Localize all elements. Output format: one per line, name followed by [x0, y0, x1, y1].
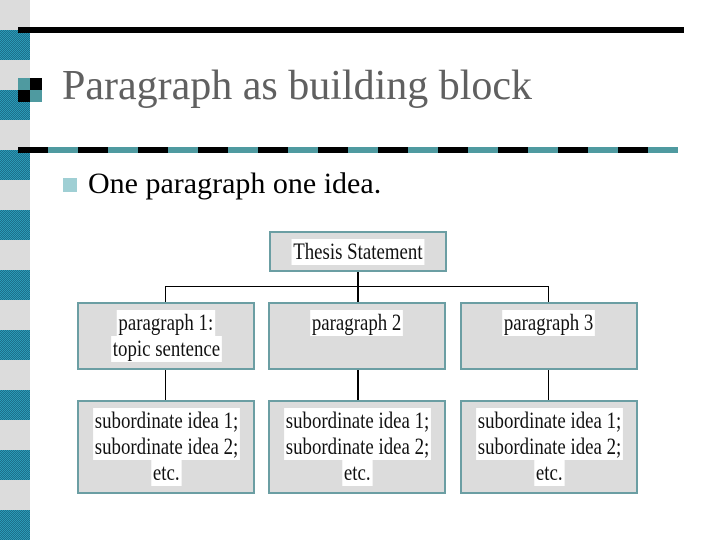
slide-title: Paragraph as building block: [62, 63, 533, 109]
subordinate-ideas-box-3: subordinate idea 1; subordinate idea 2; …: [460, 400, 638, 494]
top-rule: [18, 27, 684, 33]
separator-segment: [498, 147, 528, 153]
title-bullet-icon: [18, 78, 42, 102]
box-text: etc.: [534, 460, 564, 486]
bullet-text: One paragraph one idea.: [88, 167, 382, 200]
connector-sub2: [357, 370, 359, 400]
separator-segment: [168, 147, 198, 153]
strip-block: [0, 330, 30, 360]
box-text: paragraph 2: [310, 310, 404, 336]
box-text: subordinate idea 1;: [283, 408, 431, 434]
separator-segment: [378, 147, 408, 153]
connector-root: [357, 272, 359, 302]
paragraph-2-box: paragraph 2: [268, 302, 446, 370]
separator-segment: [468, 147, 498, 153]
strip-block: [0, 390, 30, 420]
box-text: etc.: [342, 460, 372, 486]
separator-segment: [138, 147, 168, 153]
strip-block: [0, 270, 30, 300]
separator-segment: [558, 147, 588, 153]
bullet-square-icon: [63, 178, 77, 192]
box-text: topic sentence: [110, 336, 222, 362]
strip-block: [0, 150, 30, 180]
box-text: paragraph 1:: [116, 310, 216, 336]
separator-segment: [258, 147, 288, 153]
separator-segment: [408, 147, 438, 153]
separator-segment: [198, 147, 228, 153]
box-text: subordinate idea 1;: [475, 408, 623, 434]
box-text: subordinate idea 2;: [475, 434, 623, 460]
strip-block: [0, 210, 30, 240]
paragraph-1-box: paragraph 1: topic sentence: [77, 302, 255, 370]
separator-segment: [438, 147, 468, 153]
strip-block: [0, 450, 30, 480]
box-text: subordinate idea 1;: [92, 408, 240, 434]
subordinate-ideas-box-1: subordinate idea 1; subordinate idea 2; …: [77, 400, 255, 494]
separator-segment: [618, 147, 648, 153]
connector-sub3: [548, 370, 549, 400]
separator-segment: [108, 147, 138, 153]
box-text: subordinate idea 2;: [92, 434, 240, 460]
title-separator: [18, 147, 678, 153]
separator-segment: [528, 147, 558, 153]
separator-segment: [318, 147, 348, 153]
separator-segment: [78, 147, 108, 153]
subordinate-ideas-box-2: subordinate idea 1; subordinate idea 2; …: [268, 400, 446, 494]
separator-segment: [288, 147, 318, 153]
connector-p3: [548, 286, 549, 302]
paragraph-3-box: paragraph 3: [460, 302, 638, 370]
box-text: Thesis Statement: [291, 238, 425, 265]
box-text: subordinate idea 2;: [283, 434, 431, 460]
separator-segment: [48, 147, 78, 153]
separator-segment: [348, 147, 378, 153]
thesis-statement-box: Thesis Statement: [269, 231, 447, 272]
separator-segment: [588, 147, 618, 153]
connector-p1: [165, 286, 166, 302]
separator-segment: [228, 147, 258, 153]
separator-segment: [18, 147, 48, 153]
separator-segment: [648, 147, 678, 153]
strip-block: [0, 30, 30, 60]
box-text: paragraph 3: [502, 310, 596, 336]
connector-sub1: [165, 370, 166, 400]
strip-block: [0, 510, 30, 540]
connector-horizontal: [165, 286, 549, 287]
box-text: etc.: [151, 460, 181, 486]
